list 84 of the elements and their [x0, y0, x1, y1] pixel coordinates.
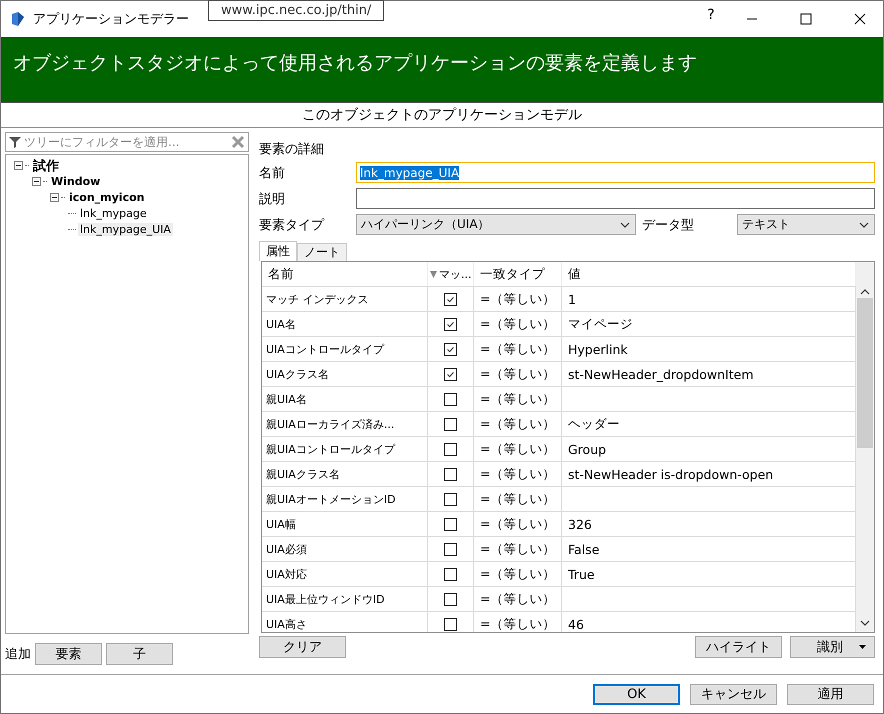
- table-cell: マッチ インデックス: [262, 287, 428, 311]
- add-button[interactable]: 子: [106, 643, 173, 665]
- window-title: アプリケーションモデラー: [33, 11, 189, 28]
- checkbox[interactable]: [444, 392, 457, 406]
- table-cell: =（等しい）: [474, 362, 562, 386]
- collapse-icon[interactable]: [32, 177, 41, 186]
- checkbox[interactable]: [444, 518, 457, 530]
- checkbox[interactable]: [444, 492, 457, 506]
- table-cell: =（等しい）: [474, 412, 562, 436]
- table-cell: UIA最上位ウィンドウID: [262, 587, 428, 611]
- table-cell: UIA幅: [262, 512, 428, 536]
- table-cell: =（等しい）: [474, 287, 562, 311]
- table-cell: 親UIAクラス名: [262, 462, 428, 486]
- collapse-icon[interactable]: [14, 161, 23, 170]
- table-cell: =（等しい）: [474, 437, 562, 461]
- name-field[interactable]: lnk_mypage_UIA: [356, 162, 875, 183]
- table-cell: =（等しい）: [474, 337, 562, 361]
- table-cell: UIAコントロールタイプ: [262, 337, 428, 361]
- checkbox[interactable]: [444, 468, 457, 480]
- tab[interactable]: ノート: [297, 243, 347, 261]
- table-cell: 親UIA名: [262, 387, 428, 411]
- checkbox[interactable]: [444, 568, 457, 580]
- column-header[interactable]: 一致タイプ: [474, 262, 562, 286]
- field-label: 名前: [259, 164, 286, 182]
- dialog-button[interactable]: キャンセル: [690, 684, 777, 704]
- table-cell: 親UIAオートメーションID: [262, 487, 428, 511]
- collapse-icon[interactable]: [50, 193, 59, 202]
- field-label: 説明: [259, 190, 286, 208]
- table-cell: =（等しい）: [474, 312, 562, 336]
- checkbox[interactable]: [444, 342, 457, 356]
- column-header[interactable]: マッ...: [439, 266, 472, 282]
- checkbox[interactable]: [444, 368, 457, 380]
- table-cell: UIA名: [262, 312, 428, 336]
- add-button[interactable]: 要素: [35, 643, 102, 665]
- field-label: データ型: [641, 216, 695, 234]
- tab[interactable]: 属性: [259, 241, 297, 261]
- dialog-button[interactable]: 適用: [787, 684, 874, 704]
- identify-button[interactable]: 識別: [790, 636, 875, 658]
- section-title: このオブジェクトのアプリケーションモデル: [1, 103, 883, 128]
- app-icon: [11, 11, 25, 27]
- tree-item[interactable]: lnk_mypage_UIA: [78, 223, 173, 236]
- clear-icon[interactable]: [231, 134, 245, 149]
- table-cell: =（等しい）: [474, 537, 562, 561]
- table-cell: UIA対応: [262, 562, 428, 586]
- header-banner: オブジェクトスタジオによって使用されるアプリケーションの要素を定義します: [1, 37, 883, 103]
- filter-icon: [9, 136, 21, 148]
- table-cell: =（等しい）: [474, 612, 562, 632]
- help-button[interactable]: ?: [701, 1, 721, 37]
- table-cell: =（等しい）: [474, 387, 562, 411]
- dropdown-arrow-icon: [859, 645, 866, 649]
- table-cell: UIAクラス名: [262, 362, 428, 386]
- tree-item[interactable]: lnk_mypage: [78, 207, 149, 220]
- table-cell: =（等しい）: [474, 562, 562, 586]
- checkbox[interactable]: [444, 442, 457, 456]
- clear-button[interactable]: クリア: [259, 636, 346, 658]
- data-type-dropdown[interactable]: テキスト: [737, 214, 875, 235]
- details-heading: 要素の詳細: [259, 141, 325, 158]
- tree-item[interactable]: 試作: [31, 156, 61, 175]
- tree-item[interactable]: Window: [49, 175, 102, 188]
- table-cell: UIA必須: [262, 537, 428, 561]
- url-tooltip: www.ipc.nec.co.jp/thin/: [208, 0, 384, 21]
- filter-field[interactable]: ツリーにフィルターを適用...: [5, 132, 249, 152]
- description-field[interactable]: [356, 188, 875, 209]
- element-type-dropdown[interactable]: ハイパーリンク（UIA）: [356, 214, 636, 235]
- dialog-button[interactable]: OK: [593, 684, 680, 704]
- checkbox[interactable]: [444, 618, 457, 630]
- checkbox[interactable]: [444, 592, 457, 606]
- sort-icon: [430, 270, 437, 278]
- table-cell: 親UIAコントロールタイプ: [262, 437, 428, 461]
- checkbox[interactable]: [444, 542, 457, 556]
- tree-item[interactable]: icon_myicon: [67, 191, 146, 204]
- table-cell: =（等しい）: [474, 462, 562, 486]
- table-cell: =（等しい）: [474, 487, 562, 511]
- checkbox[interactable]: [444, 292, 457, 306]
- scrollbar[interactable]: [856, 262, 874, 632]
- add-label: 追加: [5, 646, 31, 663]
- checkbox[interactable]: [444, 318, 457, 330]
- highlight-button[interactable]: ハイライト: [695, 636, 782, 658]
- column-header[interactable]: 名前: [262, 262, 428, 286]
- checkbox[interactable]: [444, 418, 457, 430]
- table-cell: =（等しい）: [474, 587, 562, 611]
- field-label: 要素タイプ: [259, 216, 326, 234]
- table-cell: =（等しい）: [474, 512, 562, 536]
- table-cell: 親UIAローカライズ済み...: [262, 412, 428, 436]
